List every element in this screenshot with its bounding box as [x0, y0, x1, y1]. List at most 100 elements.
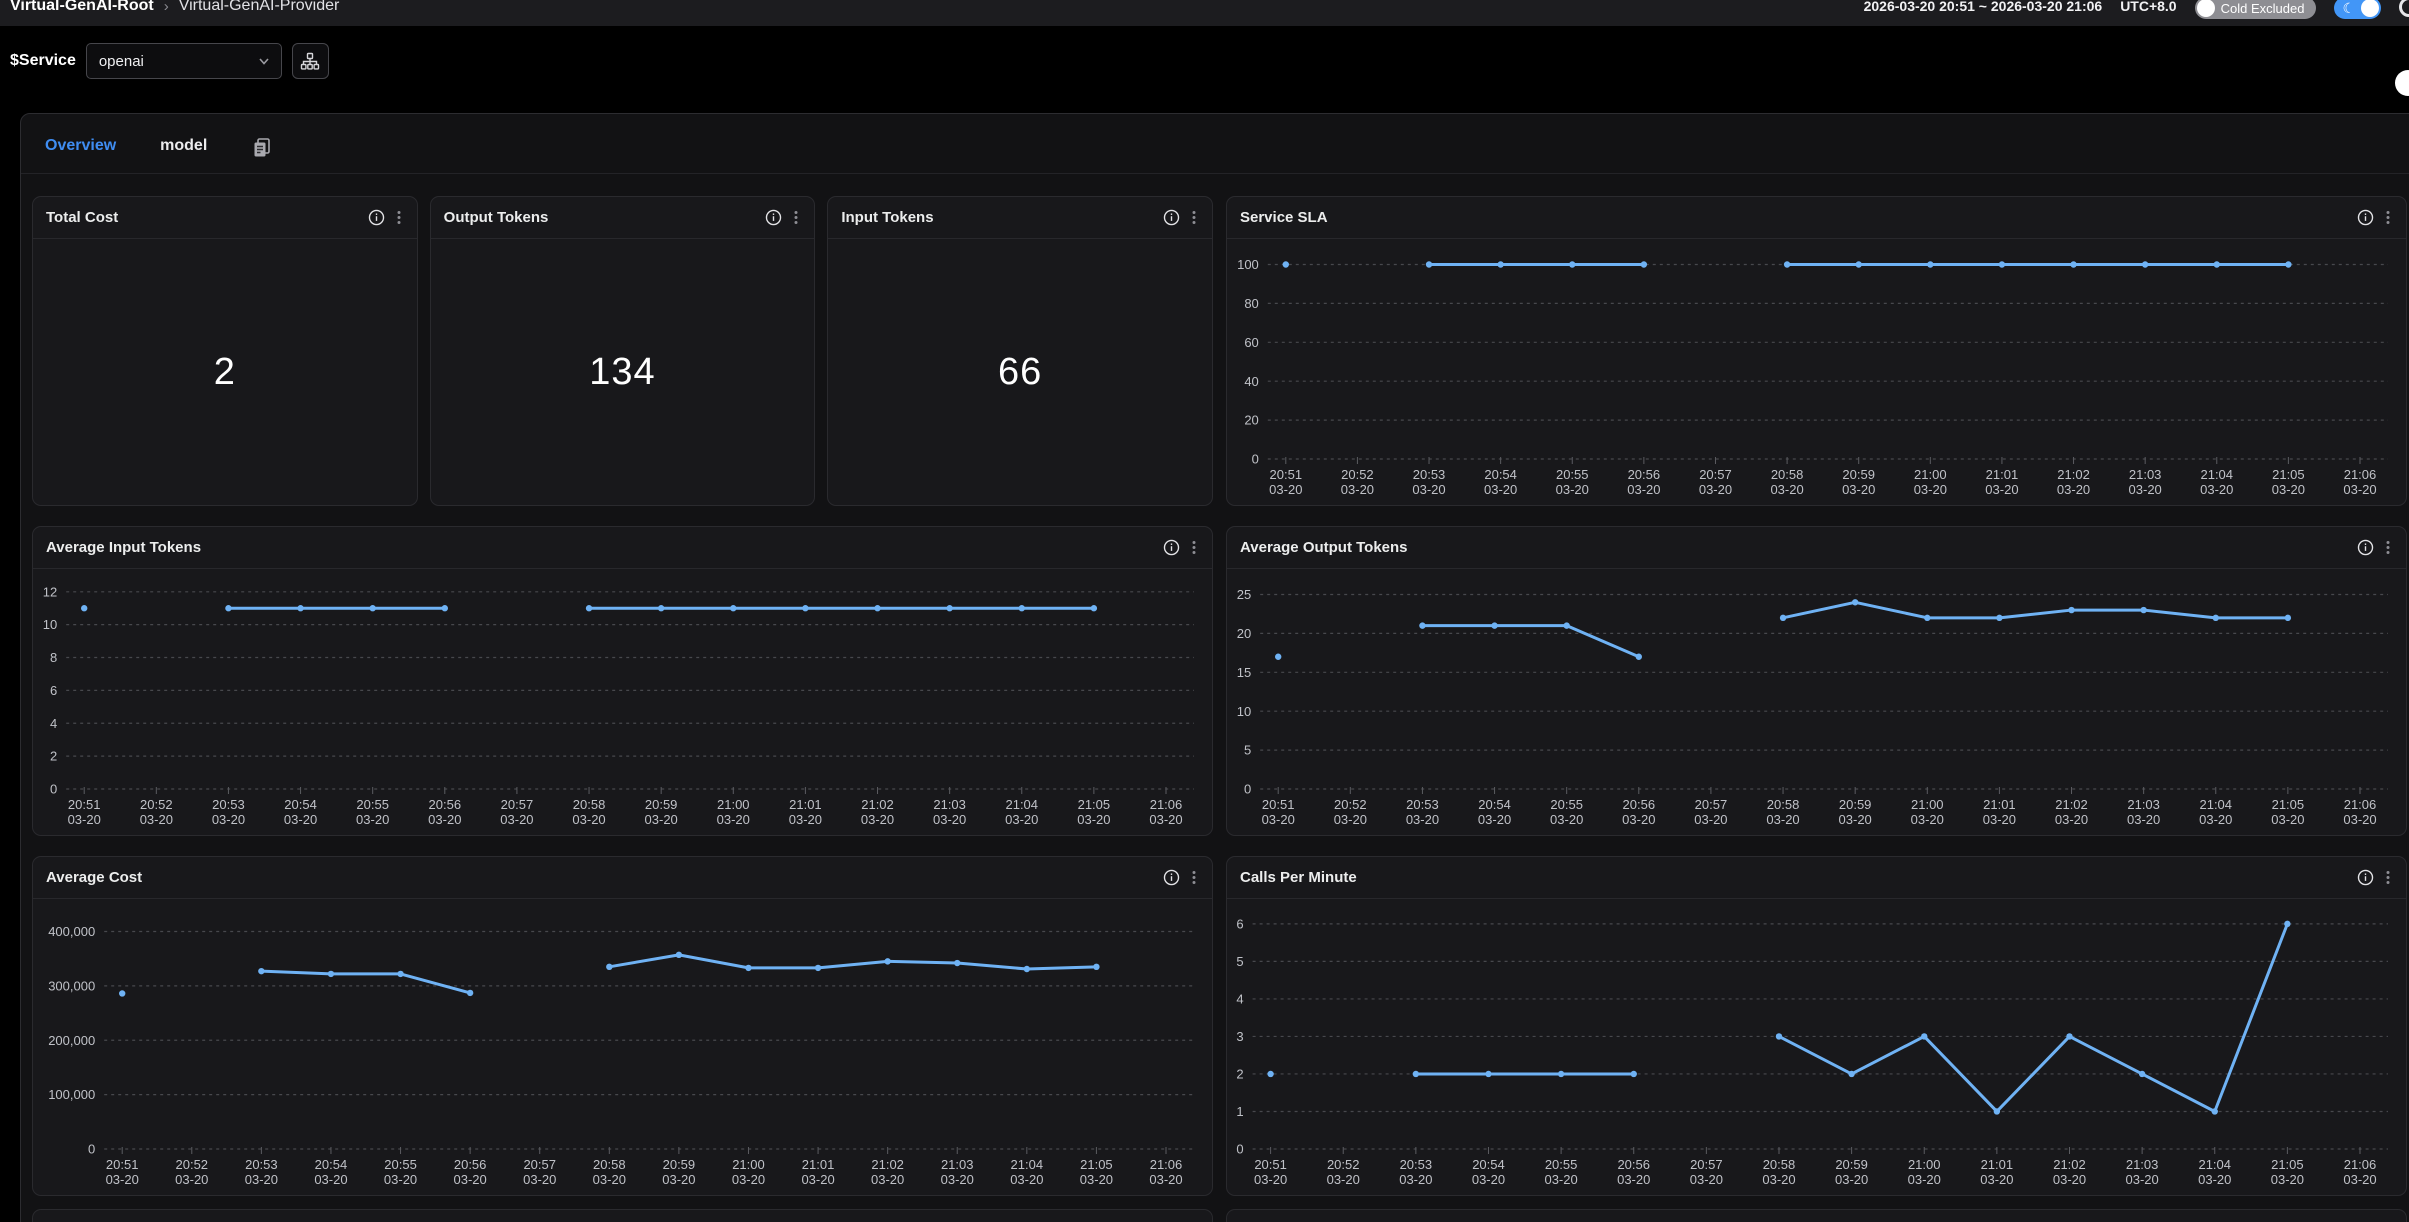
- toggle-knob: [2197, 0, 2215, 17]
- clipped-floating-button[interactable]: [2395, 70, 2409, 96]
- svg-text:21:06: 21:06: [1150, 797, 1183, 812]
- info-icon[interactable]: [765, 209, 782, 226]
- kebab-menu-icon[interactable]: [1186, 869, 1202, 886]
- info-icon[interactable]: [1163, 209, 1180, 226]
- svg-text:20:54: 20:54: [315, 1157, 348, 1172]
- breadcrumb-current[interactable]: Virtual-GenAI-Provider: [179, 0, 340, 15]
- svg-text:20:54: 20:54: [1472, 1157, 1505, 1172]
- svg-text:03-20: 03-20: [1334, 812, 1367, 827]
- service-select[interactable]: openai: [86, 43, 282, 79]
- svg-text:3: 3: [1236, 1029, 1243, 1044]
- copy-dashboard-button[interactable]: [251, 136, 273, 158]
- svg-text:03-20: 03-20: [871, 1172, 904, 1187]
- chart-canvas[interactable]: 051015202520:5103-2020:5203-2020:5303-20…: [1227, 569, 2406, 835]
- clipped-card: [32, 1209, 1213, 1222]
- svg-text:8: 8: [50, 650, 57, 665]
- kebab-menu-icon[interactable]: [2380, 539, 2396, 556]
- svg-text:03-20: 03-20: [2053, 1172, 2086, 1187]
- svg-text:21:05: 21:05: [2272, 467, 2305, 482]
- kebab-menu-icon[interactable]: [2380, 209, 2396, 226]
- topology-icon: [300, 51, 320, 71]
- svg-text:12: 12: [43, 584, 57, 599]
- topology-button[interactable]: [292, 43, 329, 79]
- svg-text:21:06: 21:06: [2344, 467, 2377, 482]
- svg-text:21:03: 21:03: [2129, 467, 2162, 482]
- chart-canvas[interactable]: 0100,000200,000300,000400,00020:5103-202…: [33, 899, 1212, 1195]
- kebab-menu-icon[interactable]: [391, 209, 407, 226]
- svg-text:6: 6: [50, 683, 57, 698]
- info-icon[interactable]: [368, 209, 385, 226]
- service-select-value: openai: [99, 53, 144, 70]
- svg-text:03-20: 03-20: [1341, 482, 1374, 497]
- svg-text:03-20: 03-20: [1911, 812, 1944, 827]
- svg-text:400,000: 400,000: [48, 924, 95, 939]
- svg-text:20:55: 20:55: [356, 797, 389, 812]
- kebab-menu-icon[interactable]: [1186, 209, 1202, 226]
- info-icon[interactable]: [1163, 539, 1180, 556]
- svg-text:20:58: 20:58: [1767, 797, 1800, 812]
- stat-card-input-tokens: Input Tokens 66: [827, 196, 1213, 506]
- chart-canvas[interactable]: 012345620:5103-2020:5203-2020:5303-2020:…: [1227, 899, 2406, 1195]
- svg-text:21:04: 21:04: [1011, 1157, 1044, 1172]
- kebab-menu-icon[interactable]: [2380, 869, 2396, 886]
- svg-text:21:03: 21:03: [2126, 1157, 2159, 1172]
- svg-text:03-20: 03-20: [2129, 482, 2162, 497]
- svg-text:03-20: 03-20: [2127, 812, 2160, 827]
- svg-text:03-20: 03-20: [2272, 482, 2305, 497]
- svg-text:2: 2: [1236, 1067, 1243, 1082]
- tab-model[interactable]: model: [160, 137, 207, 169]
- svg-text:03-20: 03-20: [1412, 482, 1445, 497]
- svg-text:03-20: 03-20: [1544, 1172, 1577, 1187]
- svg-text:20:56: 20:56: [1623, 797, 1656, 812]
- kebab-menu-icon[interactable]: [1186, 539, 1202, 556]
- svg-text:60: 60: [1244, 335, 1258, 350]
- line-chart: 02040608010020:5103-2020:5203-2020:5303-…: [1227, 239, 2406, 505]
- panel-body: Total Cost 2: [21, 174, 2409, 1222]
- svg-text:20:51: 20:51: [68, 797, 101, 812]
- svg-text:20:59: 20:59: [1839, 797, 1872, 812]
- svg-text:03-20: 03-20: [1983, 812, 2016, 827]
- info-icon[interactable]: [2357, 539, 2374, 556]
- chart-canvas[interactable]: 02040608010020:5103-2020:5203-2020:5303-…: [1227, 239, 2406, 505]
- svg-text:03-20: 03-20: [1399, 1172, 1432, 1187]
- svg-text:21:02: 21:02: [2053, 1157, 2086, 1172]
- svg-text:300,000: 300,000: [48, 978, 95, 993]
- theme-toggle[interactable]: ☾: [2334, 0, 2381, 19]
- chart-title: Average Cost: [46, 869, 142, 886]
- chart-canvas[interactable]: 02468101220:5103-2020:5203-2020:5303-202…: [33, 569, 1212, 835]
- clipped-card: [1226, 1209, 2407, 1222]
- cold-excluded-toggle[interactable]: Cold Excluded: [2195, 0, 2317, 19]
- cold-excluded-label: Cold Excluded: [2221, 1, 2305, 16]
- svg-text:03-20: 03-20: [1699, 482, 1732, 497]
- svg-text:20:52: 20:52: [1341, 467, 1374, 482]
- svg-text:80: 80: [1244, 296, 1258, 311]
- svg-text:5: 5: [1236, 954, 1243, 969]
- breadcrumb-root[interactable]: Virtual-GenAI-Root: [10, 0, 154, 15]
- svg-text:0: 0: [1244, 782, 1251, 797]
- svg-text:20:59: 20:59: [1835, 1157, 1868, 1172]
- svg-text:5: 5: [1244, 743, 1251, 758]
- svg-text:2: 2: [50, 749, 57, 764]
- svg-text:10: 10: [43, 617, 57, 632]
- kebab-menu-icon[interactable]: [788, 209, 804, 226]
- chart-title: Average Input Tokens: [46, 539, 201, 556]
- svg-text:21:02: 21:02: [2057, 467, 2090, 482]
- info-icon[interactable]: [2357, 869, 2374, 886]
- svg-text:21:01: 21:01: [1981, 1157, 2014, 1172]
- svg-text:20:58: 20:58: [1771, 467, 1804, 482]
- tab-overview[interactable]: Overview: [45, 137, 116, 169]
- svg-text:03-20: 03-20: [1149, 812, 1182, 827]
- svg-text:21:03: 21:03: [941, 1157, 974, 1172]
- info-icon[interactable]: [1163, 869, 1180, 886]
- timezone[interactable]: UTC+8.0: [2120, 0, 2176, 14]
- info-icon[interactable]: [2357, 209, 2374, 226]
- svg-text:03-20: 03-20: [175, 1172, 208, 1187]
- svg-text:20:52: 20:52: [1327, 1157, 1360, 1172]
- svg-text:6: 6: [1236, 916, 1243, 931]
- svg-text:10: 10: [1237, 704, 1251, 719]
- svg-text:03-20: 03-20: [106, 1172, 139, 1187]
- svg-text:03-20: 03-20: [1839, 812, 1872, 827]
- time-range[interactable]: 2026-03-20 20:51 ~ 2026-03-20 21:06: [1864, 0, 2103, 14]
- svg-text:03-20: 03-20: [1010, 1172, 1043, 1187]
- clipped-control-icon[interactable]: [2399, 0, 2409, 17]
